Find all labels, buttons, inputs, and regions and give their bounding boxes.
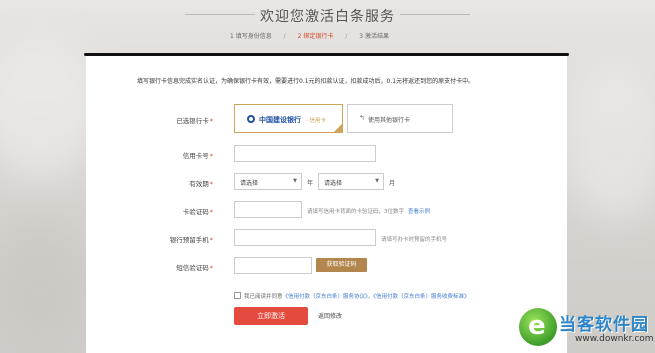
fee-standard-link[interactable]: 《信用付款（京东白条）服务收费标准》 (373, 294, 469, 300)
step-2: 2 绑定银行卡 (297, 33, 334, 40)
service-agreement-link[interactable]: 《信用付款（京东白条）服务协议》 (283, 294, 368, 300)
watermark-url: www.downkr.com (575, 334, 654, 344)
return-arrow-icon: ↰ (359, 114, 365, 122)
card-number-input[interactable] (234, 145, 376, 162)
expiry-month-select[interactable]: 请选择 ▼ (318, 173, 384, 190)
card-number-label: 信用卡号* (182, 152, 213, 160)
agreement-row: 我已阅读并同意《信用付款（京东白条）服务协议》，《信用付款（京东白条）服务收费标… (234, 292, 470, 300)
get-code-button[interactable]: 获取验证码 (316, 258, 367, 272)
step-1: 1 填写身份信息 (230, 33, 272, 40)
expiry-year-select[interactable]: 请选择 ▼ (234, 173, 302, 190)
watermark-logo: e 当客软件园 www.downkr.com (519, 306, 654, 350)
leaf-e-icon: e (519, 308, 557, 346)
card-type: · 信用卡 (306, 118, 326, 124)
sms-code-input[interactable] (234, 257, 312, 274)
agreement-checkbox[interactable] (234, 292, 241, 299)
selected-bank-card[interactable]: 中国建设银行 · 信用卡 (234, 104, 343, 133)
page-title: 欢迎您激活白条服务 (260, 9, 395, 25)
expiry-month-value: 请选择 (324, 180, 343, 187)
phone-label: 银行预留手机* (169, 236, 213, 244)
form-panel (86, 55, 567, 353)
use-other-card-button[interactable]: ↰ 使用其他银行卡 (347, 104, 453, 133)
panel-top-border (84, 53, 569, 56)
cvv-input[interactable] (234, 201, 302, 218)
cvv-hint: 请填写信用卡背面的卡验证码，3位数字 查看示例 (307, 209, 431, 215)
phone-input[interactable] (234, 229, 376, 246)
activate-button[interactable]: 立即激活 (234, 307, 308, 325)
phone-hint: 请填写办卡时预留的手机号 (381, 237, 448, 243)
background-blur (0, 40, 100, 180)
year-unit: 年 (307, 180, 314, 187)
background-blur (560, 60, 655, 220)
view-example-link[interactable]: 查看示例 (408, 209, 430, 215)
sms-code-label: 短信验证码* (176, 264, 213, 272)
selected-card-label: 已选银行卡* (176, 117, 213, 125)
month-unit: 月 (389, 180, 396, 187)
use-other-card-label: 使用其他银行卡 (368, 117, 411, 124)
chevron-down-icon: ▼ (293, 178, 297, 184)
step-3: 3 激活结果 (359, 33, 389, 40)
chevron-down-icon: ▼ (375, 178, 379, 184)
background-blur (0, 220, 90, 340)
back-to-edit-link[interactable]: 返回修改 (318, 311, 342, 320)
watermark-title: 当客软件园 (559, 315, 649, 335)
selected-corner-icon (334, 124, 342, 132)
step-indicator: 1 填写身份信息 / 2 绑定银行卡 / 3 激活结果 (230, 31, 399, 40)
ccb-logo-icon (247, 115, 255, 123)
expiry-year-value: 请选择 (240, 180, 259, 187)
expiry-label: 有效期* (189, 180, 213, 188)
step-separator: / (345, 33, 348, 40)
cvv-label: 卡验证码* (182, 208, 213, 216)
step-separator: / (283, 33, 286, 40)
bank-name: 中国建设银行 (259, 116, 301, 124)
verification-notice: 填写银行卡信息完成实名认证，为确保银行卡有效，需要进行0.1元的扣款认证，扣款成… (137, 78, 475, 85)
